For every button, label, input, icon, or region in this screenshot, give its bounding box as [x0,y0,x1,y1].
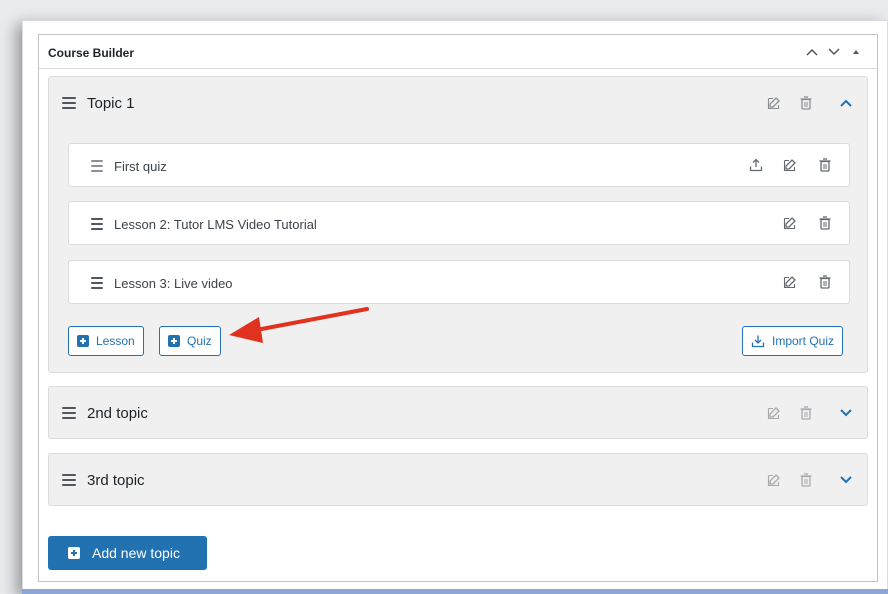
plus-square-icon [68,547,80,559]
import-quiz-label: Import Quiz [772,334,835,348]
topic-2[interactable]: 2nd topic [48,386,868,439]
lesson-item[interactable]: Lesson 3: Live video [68,260,850,304]
drag-handle-icon[interactable] [62,474,76,486]
quiz-item[interactable]: First quiz [68,143,850,187]
chevron-down-icon[interactable] [837,404,855,422]
edit-icon[interactable] [781,156,799,174]
topic-header[interactable]: Topic 1 [49,77,867,129]
upload-icon[interactable] [747,156,765,174]
plus-square-icon [77,335,89,347]
edit-icon[interactable] [765,404,783,422]
frame-bottom-border [22,589,888,594]
chevron-down-icon[interactable] [837,471,855,489]
edit-icon[interactable] [781,273,799,291]
topic-title: 3rd topic [87,472,145,489]
edit-icon[interactable] [781,214,799,232]
topic-1: Topic 1 First quiz Lesson 2: Tutor LMS V… [48,76,868,373]
edit-icon[interactable] [765,471,783,489]
drag-handle-icon[interactable] [91,218,103,230]
annotation-arrow-icon [229,307,369,343]
trash-icon[interactable] [816,273,834,291]
drag-handle-icon[interactable] [62,97,76,109]
drag-handle-icon[interactable] [62,407,76,419]
trash-icon[interactable] [816,214,834,232]
add-lesson-button[interactable]: Lesson [68,326,144,356]
chevron-up-icon[interactable] [837,94,855,112]
chevron-down-icon[interactable] [826,44,842,60]
drag-handle-icon[interactable] [91,160,103,172]
trash-icon[interactable] [797,94,815,112]
topic-title: Topic 1 [87,95,135,112]
trash-icon[interactable] [797,471,815,489]
add-topic-label: Add new topic [92,545,180,561]
trash-icon[interactable] [797,404,815,422]
add-new-topic-button[interactable]: Add new topic [48,536,207,570]
course-builder-panel: Course Builder Topic 1 First quiz Lesson… [38,34,878,582]
add-lesson-label: Lesson [96,334,135,348]
topic-3[interactable]: 3rd topic [48,453,868,506]
topic-title: 2nd topic [87,405,148,422]
import-quiz-button[interactable]: Import Quiz [742,326,844,356]
triangle-up-icon[interactable] [848,44,864,60]
chevron-up-icon[interactable] [804,44,820,60]
panel-header: Course Builder [39,35,877,69]
drag-handle-icon[interactable] [91,277,103,289]
panel-title: Course Builder [48,46,135,60]
edit-icon[interactable] [765,94,783,112]
plus-square-icon [168,335,180,347]
item-title: Lesson 3: Live video [114,276,233,291]
lesson-item[interactable]: Lesson 2: Tutor LMS Video Tutorial [68,201,850,245]
import-icon [751,334,765,348]
item-title: Lesson 2: Tutor LMS Video Tutorial [114,217,317,232]
item-title: First quiz [114,159,167,174]
trash-icon[interactable] [816,156,834,174]
add-quiz-button[interactable]: Quiz [159,326,221,356]
add-quiz-label: Quiz [187,334,212,348]
